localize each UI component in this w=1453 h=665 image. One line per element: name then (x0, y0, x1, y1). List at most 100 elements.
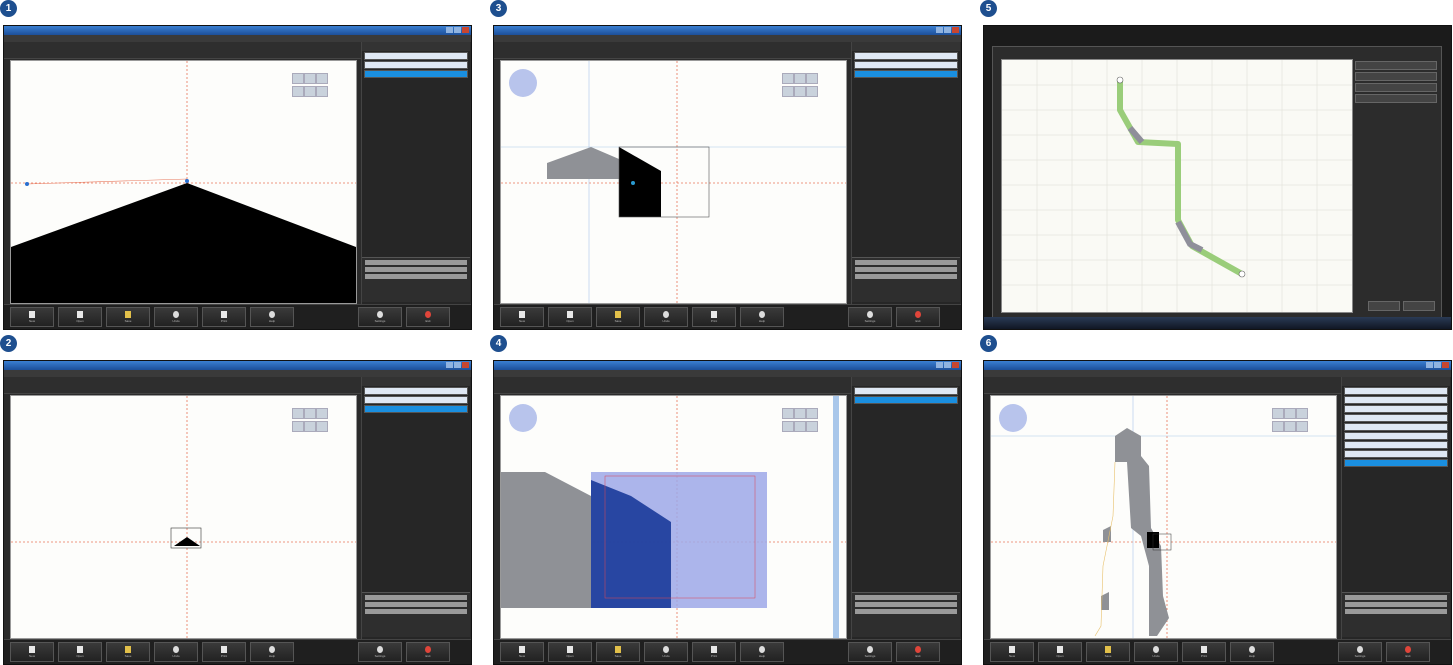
option-button[interactable] (1355, 72, 1437, 81)
drawing-canvas[interactable] (10, 60, 357, 304)
open-button[interactable]: Open (1038, 642, 1082, 662)
new-button[interactable]: New (990, 642, 1034, 662)
option-button[interactable] (1355, 61, 1437, 70)
minimize-icon[interactable] (446, 27, 453, 33)
zoom-out-icon[interactable] (794, 408, 806, 419)
list-item[interactable] (1344, 405, 1448, 413)
maximize-icon[interactable] (944, 27, 951, 33)
drawing-canvas[interactable] (10, 395, 357, 639)
property-slider[interactable] (365, 267, 467, 272)
rotate-icon[interactable] (1284, 421, 1296, 432)
black-profile-shape[interactable] (619, 147, 661, 217)
property-slider[interactable] (1345, 602, 1447, 607)
settings-button[interactable]: Settings (848, 307, 892, 327)
list-item[interactable] (364, 61, 468, 69)
list-item-selected[interactable] (1344, 459, 1448, 467)
new-button[interactable]: New (10, 307, 54, 327)
path-start-node[interactable] (1116, 76, 1124, 84)
zoom-in-icon[interactable] (782, 408, 794, 419)
grey-profile-shape[interactable] (547, 147, 619, 179)
new-button[interactable]: New (10, 642, 54, 662)
pan-icon[interactable] (292, 421, 304, 432)
undo-button[interactable]: Undo (644, 642, 688, 662)
list-item[interactable] (1344, 441, 1448, 449)
help-button[interactable]: Help (250, 307, 294, 327)
zoom-in-icon[interactable] (292, 408, 304, 419)
close-icon[interactable] (952, 362, 959, 368)
maximize-icon[interactable] (454, 27, 461, 33)
drawing-canvas[interactable] (990, 395, 1337, 639)
print-button[interactable]: Print (202, 307, 246, 327)
list-item[interactable] (364, 52, 468, 60)
list-item[interactable] (854, 61, 958, 69)
save-button[interactable]: Save (1086, 642, 1130, 662)
save-button[interactable]: Save (596, 642, 640, 662)
fit-icon[interactable] (806, 73, 818, 84)
reset-icon[interactable] (806, 86, 818, 97)
list-item[interactable] (364, 396, 468, 404)
grey-profile-shape[interactable] (501, 472, 591, 608)
minimize-icon[interactable] (1426, 362, 1433, 368)
zoom-out-icon[interactable] (304, 408, 316, 419)
exit-button[interactable]: Exit (406, 642, 450, 662)
save-button[interactable]: Save (106, 307, 150, 327)
node-point[interactable] (25, 182, 29, 186)
property-slider[interactable] (855, 609, 957, 614)
help-button[interactable]: Help (250, 642, 294, 662)
roof-profile-shape[interactable] (174, 537, 200, 546)
list-item[interactable] (1344, 450, 1448, 458)
path-end-node[interactable] (1238, 270, 1246, 278)
help-button[interactable]: Help (740, 307, 784, 327)
ok-button[interactable] (1368, 301, 1400, 311)
roof-profile-shape[interactable] (11, 183, 356, 303)
property-slider[interactable] (855, 595, 957, 600)
property-slider[interactable] (855, 602, 957, 607)
zoom-out-icon[interactable] (1284, 408, 1296, 419)
settings-button[interactable]: Settings (358, 307, 402, 327)
zoom-in-icon[interactable] (1272, 408, 1284, 419)
list-item-selected[interactable] (364, 405, 468, 413)
minimize-icon[interactable] (936, 27, 943, 33)
property-slider[interactable] (365, 260, 467, 265)
zoom-out-icon[interactable] (304, 73, 316, 84)
close-icon[interactable] (952, 27, 959, 33)
open-button[interactable]: Open (58, 307, 102, 327)
new-button[interactable]: New (500, 307, 544, 327)
list-item[interactable] (364, 387, 468, 395)
path-canvas[interactable] (1001, 59, 1353, 313)
drawing-canvas[interactable] (500, 395, 847, 639)
fit-icon[interactable] (806, 408, 818, 419)
pan-icon[interactable] (292, 86, 304, 97)
list-item[interactable] (1344, 414, 1448, 422)
list-item[interactable] (1344, 396, 1448, 404)
print-button[interactable]: Print (692, 307, 736, 327)
exit-button[interactable]: Exit (896, 307, 940, 327)
undo-button[interactable]: Undo (644, 307, 688, 327)
pan-icon[interactable] (1272, 421, 1284, 432)
rotate-icon[interactable] (794, 86, 806, 97)
drawing-canvas[interactable] (500, 60, 847, 304)
save-button[interactable]: Save (106, 642, 150, 662)
node-point[interactable] (185, 179, 189, 183)
fit-icon[interactable] (316, 408, 328, 419)
exit-button[interactable]: Exit (406, 307, 450, 327)
undo-button[interactable]: Undo (1134, 642, 1178, 662)
property-slider[interactable] (855, 260, 957, 265)
list-item-selected[interactable] (854, 70, 958, 78)
close-icon[interactable] (462, 27, 469, 33)
list-item[interactable] (854, 387, 958, 395)
zoom-in-icon[interactable] (782, 73, 794, 84)
print-button[interactable]: Print (692, 642, 736, 662)
list-item-selected[interactable] (364, 70, 468, 78)
rotate-icon[interactable] (304, 421, 316, 432)
fit-icon[interactable] (316, 73, 328, 84)
list-item[interactable] (854, 52, 958, 60)
reset-icon[interactable] (316, 86, 328, 97)
close-icon[interactable] (462, 362, 469, 368)
grey-profile-detail[interactable] (1103, 526, 1111, 542)
fit-icon[interactable] (1296, 408, 1308, 419)
vertical-scrollbar[interactable] (833, 396, 839, 638)
property-slider[interactable] (1345, 595, 1447, 600)
rotate-icon[interactable] (304, 86, 316, 97)
close-icon[interactable] (1442, 362, 1449, 368)
